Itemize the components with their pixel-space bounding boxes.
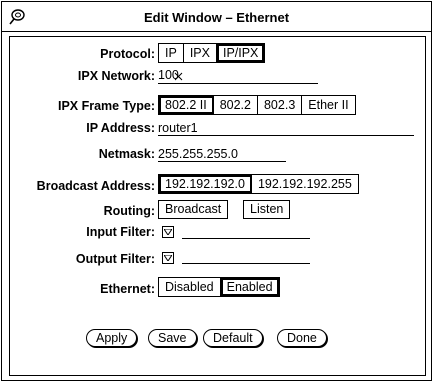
output-filter-menu-button[interactable]	[162, 252, 174, 264]
ethernet-option-enabled[interactable]: Enabled	[221, 278, 279, 296]
broadcast-option-192-192-192-255[interactable]: 192.192.192.255	[252, 175, 358, 193]
frame-option-802-2[interactable]: 802.2	[214, 96, 258, 114]
output-filter-underline	[182, 263, 310, 264]
ipx-frame-type-choice: 802.2 II 802.2 802.3 Ether II	[158, 95, 356, 115]
default-button[interactable]: Default	[203, 329, 263, 347]
frame-option-802-3[interactable]: 802.3	[258, 96, 303, 114]
protocol-choice: IP IPX IP/IPX	[158, 43, 266, 63]
output-filter-label: Output Filter:	[75, 252, 155, 266]
save-button[interactable]: Save	[148, 329, 197, 347]
netmask-label: Netmask:	[98, 147, 155, 161]
ipx-frame-type-label: IPX Frame Type:	[57, 99, 155, 113]
netmask-underline	[158, 161, 286, 162]
protocol-option-ip-ipx[interactable]: IP/IPX	[217, 44, 264, 62]
ip-address-label: IP Address:	[86, 121, 155, 135]
protocol-option-ip[interactable]: IP	[159, 44, 184, 62]
done-button[interactable]: Done	[277, 329, 327, 347]
text-cursor-icon	[174, 72, 183, 81]
frame-option-ether-ii[interactable]: Ether II	[302, 96, 354, 114]
input-filter-underline	[182, 238, 310, 239]
ipx-network-label: IPX Network:	[77, 69, 155, 83]
routing-listen-button[interactable]: Listen	[243, 200, 291, 219]
chevron-down-icon	[164, 255, 172, 261]
input-filter-menu-button[interactable]	[162, 226, 174, 238]
window-title: Edit Window – Ethernet	[143, 10, 290, 25]
ipx-network-underline	[158, 83, 318, 84]
ethernet-choice: Disabled Enabled	[158, 277, 280, 297]
ip-address-field[interactable]: router1	[158, 121, 198, 135]
frame-option-802-2-ii[interactable]: 802.2 II	[159, 96, 214, 114]
ethernet-option-disabled[interactable]: Disabled	[159, 278, 221, 296]
routing-broadcast-button[interactable]: Broadcast	[158, 200, 229, 219]
netmask-field[interactable]: 255.255.255.0	[158, 147, 238, 161]
protocol-label: Protocol:	[100, 47, 155, 61]
routing-label: Routing:	[103, 204, 155, 218]
apply-button[interactable]: Apply	[86, 329, 138, 347]
protocol-option-ipx[interactable]: IPX	[184, 44, 217, 62]
form-panel: Protocol: IP IPX IP/IPX IPX Network: 100…	[9, 36, 426, 376]
input-filter-label: Input Filter:	[86, 225, 155, 239]
broadcast-option-192-192-192-0[interactable]: 192.192.192.0	[159, 175, 252, 193]
ip-address-underline	[158, 135, 414, 136]
edit-window: Edit Window – Ethernet Protocol: IP IPX …	[1, 1, 432, 381]
chevron-down-icon	[164, 229, 172, 235]
broadcast-address-label: Broadcast Address:	[36, 179, 155, 193]
ethernet-label: Ethernet:	[100, 282, 155, 296]
broadcast-address-choice: 192.192.192.0 192.192.192.255	[158, 174, 359, 194]
title-bar: Edit Window – Ethernet	[2, 2, 431, 32]
